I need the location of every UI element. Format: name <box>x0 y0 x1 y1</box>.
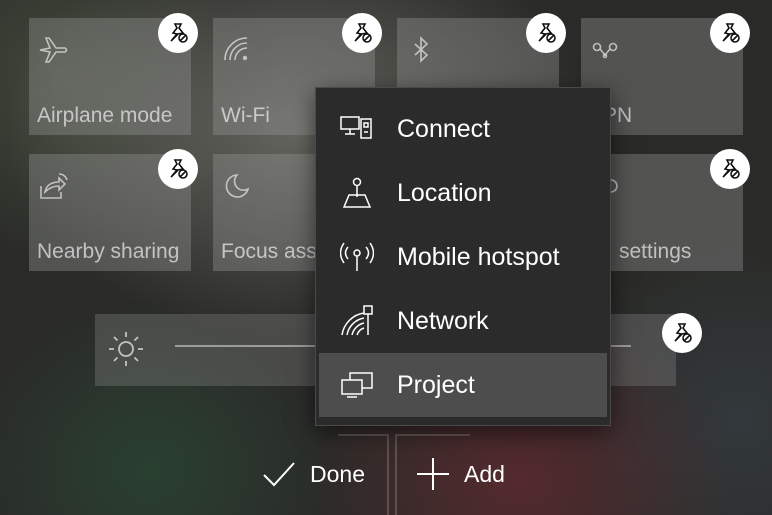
menu-item-label: Connect <box>397 115 491 143</box>
menu-item-label: Mobile hotspot <box>397 243 560 271</box>
menu-item-label: Location <box>397 179 492 207</box>
menu-item-label: Network <box>397 307 489 335</box>
unpin-icon <box>722 23 740 43</box>
nearby-sharing-icon <box>40 173 68 199</box>
unpin-icon <box>170 159 188 179</box>
unpin-button[interactable] <box>662 313 702 353</box>
project-icon <box>341 372 373 398</box>
unpin-button[interactable] <box>158 149 198 189</box>
unpin-button[interactable] <box>526 13 566 53</box>
unpin-icon <box>538 23 556 43</box>
tile-label: Wi-Fi <box>221 104 270 127</box>
unpin-icon <box>674 323 692 343</box>
bluetooth-icon <box>414 36 429 63</box>
unpin-icon <box>170 23 188 43</box>
location-icon <box>342 177 372 208</box>
menu-item-connect[interactable]: Connect <box>316 97 610 161</box>
unpin-button[interactable] <box>710 149 750 189</box>
plus-icon <box>417 458 449 490</box>
unpin-button[interactable] <box>710 13 750 53</box>
tile-label: Focus ass <box>221 240 317 263</box>
menu-item-mobile-hotspot[interactable]: Mobile hotspot <box>316 225 610 289</box>
checkmark-icon <box>263 462 295 487</box>
brightness-icon <box>109 332 143 366</box>
add-button[interactable]: Add <box>415 452 505 496</box>
tile-label: Nearby sharing <box>37 240 180 263</box>
menu-item-label: Project <box>397 371 475 399</box>
done-button[interactable]: Done <box>261 452 365 496</box>
menu-item-network[interactable]: Network <box>316 289 610 353</box>
menu-item-project[interactable]: Project <box>319 353 607 417</box>
vpn-icon <box>592 42 618 59</box>
unpin-icon <box>354 23 372 43</box>
mobile-hotspot-icon <box>340 242 374 271</box>
unpin-icon <box>722 159 740 179</box>
unpin-button[interactable] <box>342 13 382 53</box>
add-quick-action-menu: Connect Location Mobile hotspot Network … <box>315 87 611 426</box>
tile-label: settings <box>619 240 692 263</box>
wifi-icon <box>224 37 248 61</box>
unpin-button[interactable] <box>158 13 198 53</box>
connect-icon <box>340 116 372 139</box>
done-label: Done <box>310 460 365 487</box>
tile-label: Airplane mode <box>37 104 173 127</box>
add-label: Add <box>464 460 505 487</box>
airplane-icon <box>39 37 68 63</box>
network-icon <box>341 305 373 336</box>
moon-icon <box>225 174 250 198</box>
menu-item-location[interactable]: Location <box>316 161 610 225</box>
